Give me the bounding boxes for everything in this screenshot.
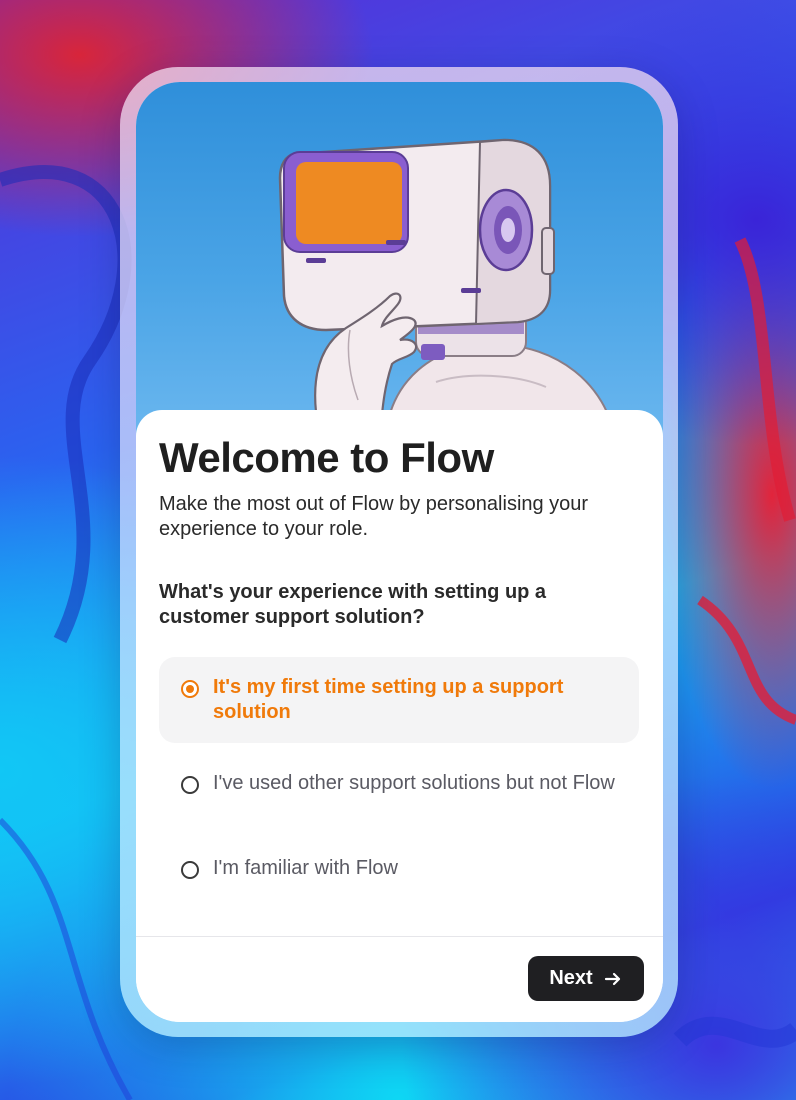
radio-unselected-icon[interactable] xyxy=(181,776,199,794)
option-first-time[interactable]: It's my first time setting up a support … xyxy=(159,657,639,743)
arrow-right-icon xyxy=(604,972,620,985)
option-familiar[interactable]: I'm familiar with Flow xyxy=(159,842,639,902)
option-label: I've used other support solutions but no… xyxy=(213,772,615,794)
footer-divider xyxy=(136,936,663,937)
next-button[interactable]: Next xyxy=(528,956,644,1001)
option-label: It's my first time setting up a support … xyxy=(213,676,564,723)
option-used-others[interactable]: I've used other support solutions but no… xyxy=(159,753,639,829)
robot-illustration xyxy=(278,138,618,444)
radio-unselected-icon[interactable] xyxy=(181,861,199,879)
onboarding-sheet: Welcome to Flow Make the most out of Flo… xyxy=(136,410,663,1022)
experience-question: What's your experience with setting up a… xyxy=(159,581,547,628)
onboarding-card: Welcome to Flow Make the most out of Flo… xyxy=(136,82,663,1022)
radio-selected-icon[interactable] xyxy=(181,680,199,698)
page-title: Welcome to Flow xyxy=(159,434,494,481)
option-label: I'm familiar with Flow xyxy=(213,857,398,879)
next-button-label: Next xyxy=(549,967,593,989)
hero-illustration xyxy=(136,82,663,444)
page-subtitle: Make the most out of Flow by personalisi… xyxy=(159,493,589,540)
